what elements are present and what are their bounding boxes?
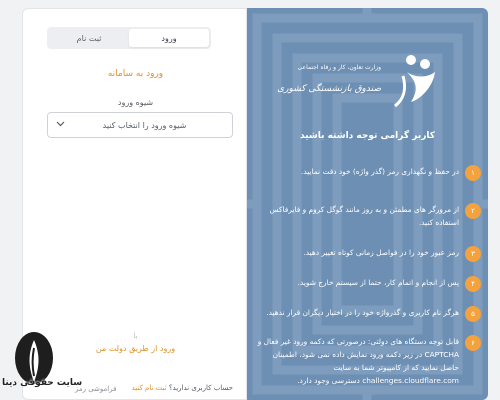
tip-number-badge: ۳ [465, 246, 481, 262]
watermark-logo-icon [15, 332, 53, 384]
tip-text: در حفظ و نگهداری رمز (گذر واژه) خود دقت … [301, 167, 459, 176]
tip-number-badge: ۲ [465, 203, 481, 219]
no-account-text: حساب کاربری ندارید؟ [168, 384, 233, 392]
login-method-value: شیوه ورود را انتخاب کنید [102, 120, 187, 130]
tip-number-badge: ۴ [465, 276, 481, 292]
tip-item: ۶ قابل توجه دستگاه های دولتی: درصورتی که… [257, 335, 481, 387]
info-panel: وزارت تعاون، کار و رفاه اجتماعی صندوق با… [247, 8, 488, 400]
tip-text: پس از انجام و اتمام کار، حتما از سیستم خ… [297, 278, 459, 287]
tip-text: رمز عبور خود را در فواصل زمانی کوتاه تغی… [303, 248, 459, 257]
register-link[interactable]: ثبت نام کنید [132, 384, 167, 392]
tip-text: قابل توجه دستگاه های دولتی: درصورتی که د… [257, 337, 459, 385]
tip-number-badge: ۶ [465, 335, 481, 351]
chevron-down-icon [56, 120, 65, 130]
tip-text: از مرورگر های مطمئن و به روز مانند گوگل … [269, 205, 459, 227]
logo-ministry-text: وزارت تعاون، کار و رفاه اجتماعی [297, 64, 381, 71]
tip-number-badge: ۱ [465, 165, 481, 181]
tip-item: ۵ هرگز نام کاربری و گذرواژه خود را در اخ… [257, 306, 481, 322]
logo-fund-text: صندوق بازنشستگی کشوری [277, 84, 381, 94]
login-method-select[interactable]: شیوه ورود را انتخاب کنید [47, 112, 233, 138]
watermark-text: سایت حقوقی دینا [2, 378, 83, 388]
login-method-label: شیوه ورود [117, 98, 154, 107]
tab-login[interactable]: ورود [129, 29, 209, 47]
pension-fund-logo-icon [394, 55, 435, 108]
tip-item: ۳ رمز عبور خود را در فواصل زمانی کوتاه ت… [257, 246, 481, 262]
tip-item: ۴ پس از انجام و اتمام کار، حتما از سیستم… [257, 276, 481, 292]
tip-item: ۲ از مرورگر های مطمئن و به روز مانند گوگ… [257, 203, 481, 229]
tip-item: ۱ در حفظ و نگهداری رمز (گذر واژه) خود دق… [257, 165, 481, 181]
auth-tabs: ورود ثبت نام [47, 27, 211, 49]
panel-title: کاربر گرامی توجه داشته باشید [299, 131, 436, 141]
page: ورود ثبت نام ورود به سامانه شیوه ورود شی… [0, 0, 500, 400]
login-title: ورود به سامانه [107, 69, 164, 79]
tip-text: هرگز نام کاربری و گذرواژه خود را در اختی… [266, 308, 459, 317]
tab-register[interactable]: ثبت نام [49, 29, 129, 47]
tip-number-badge: ۵ [465, 306, 481, 322]
